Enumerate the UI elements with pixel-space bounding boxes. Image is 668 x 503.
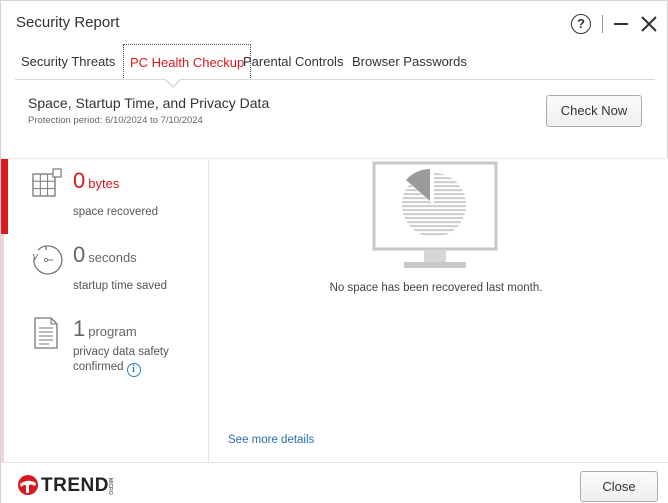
info-icon[interactable]: i xyxy=(126,363,141,377)
tab-security-threats[interactable]: Security Threats xyxy=(15,44,121,78)
privacy-confirmed-text: confirmed xyxy=(73,361,124,373)
space-recovered-value: 0 bytes xyxy=(73,168,119,194)
see-more-details-link[interactable]: See more details xyxy=(228,434,314,446)
title-bar: Security Report ? xyxy=(1,1,668,45)
close-button[interactable]: Close xyxy=(580,471,658,502)
monitor-pie-illustration xyxy=(372,161,498,268)
selected-indicator xyxy=(1,159,8,234)
privacy-value-unit: program xyxy=(88,324,137,339)
window-title: Security Report xyxy=(16,14,120,31)
space-recovered-label: space recovered xyxy=(73,206,159,218)
report-detail-pane: No space has been recovered last month. … xyxy=(210,159,668,463)
tab-bar: Security Threats PC Health Checkup Paren… xyxy=(15,44,655,80)
tab-browser-passwords[interactable]: Browser Passwords xyxy=(346,44,473,78)
report-content: 0 bytes space recovered 0 seconds startup … xyxy=(1,158,668,463)
help-icon[interactable]: ? xyxy=(571,14,591,34)
check-now-button[interactable]: Check Now xyxy=(546,95,642,127)
space-value-number: 0 xyxy=(73,168,86,193)
brand-sub: MICRO xyxy=(107,478,113,495)
privacy-data-value: 1 program xyxy=(73,316,137,342)
startup-time-label: startup time saved xyxy=(73,280,167,292)
stats-sidebar: 0 bytes space recovered 0 seconds startup … xyxy=(1,159,209,463)
stat-privacy-data[interactable]: 1 program privacy data safety confirmed i xyxy=(29,316,204,386)
trend-micro-logo: TREND MICRO xyxy=(17,474,127,498)
stopwatch-icon xyxy=(32,245,63,275)
document-icon xyxy=(34,317,58,349)
sidebar-accent-strip xyxy=(1,234,4,463)
minimize-icon[interactable] xyxy=(614,23,628,25)
trend-micro-ball-icon xyxy=(18,475,38,495)
brand-name: TREND xyxy=(41,475,109,496)
stat-space-recovered[interactable]: 0 bytes space recovered xyxy=(29,168,204,234)
stat-startup-time[interactable]: 0 seconds startup time saved xyxy=(29,242,204,302)
close-icon[interactable] xyxy=(639,14,659,34)
empty-state-message: No space has been recovered last month. xyxy=(329,282,543,294)
section-title: Space, Startup Time, and Privacy Data xyxy=(28,95,270,111)
startup-value-unit: seconds xyxy=(88,250,137,265)
startup-time-value: 0 seconds xyxy=(73,242,137,268)
protection-period: Protection period: 6/10/2024 to 7/10/202… xyxy=(28,115,203,126)
grid-expand-icon xyxy=(32,168,62,197)
security-report-window: Security Report ? Security Threats PC He… xyxy=(0,0,668,503)
tab-parental-controls[interactable]: Parental Controls xyxy=(237,44,349,78)
startup-value-number: 0 xyxy=(73,242,86,267)
footer-bar: TREND MICRO Close xyxy=(1,462,668,503)
privacy-data-label-line1: privacy data safety xyxy=(73,346,169,358)
active-tab-pointer xyxy=(164,78,182,88)
title-bar-divider xyxy=(602,15,603,33)
space-value-unit: bytes xyxy=(88,176,120,191)
tab-pc-health-checkup[interactable]: PC Health Checkup xyxy=(123,44,252,78)
privacy-data-label-line2: confirmed i xyxy=(73,360,141,377)
privacy-value-number: 1 xyxy=(73,316,86,341)
